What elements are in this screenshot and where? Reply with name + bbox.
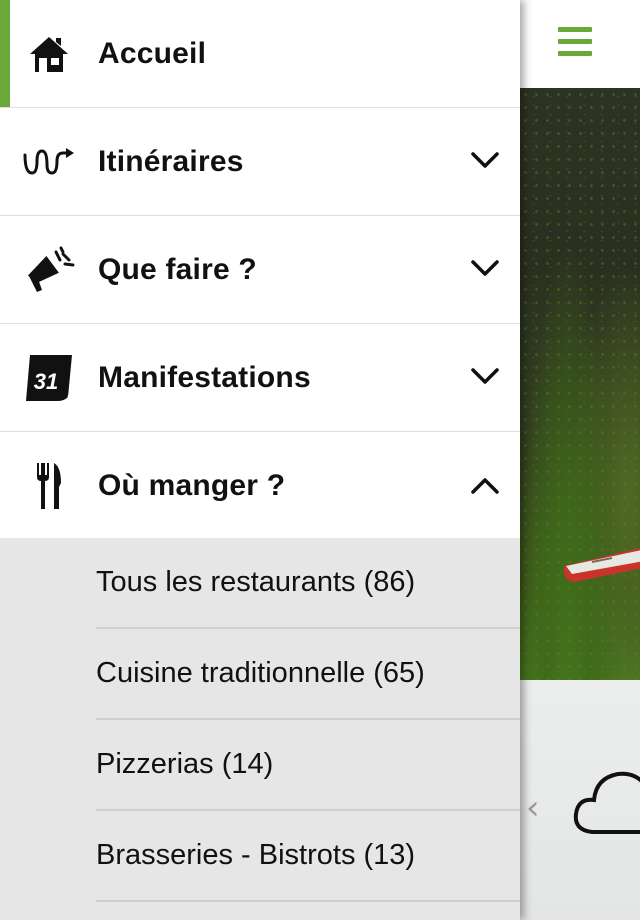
- menu-item-label: Où manger ?: [98, 468, 286, 502]
- canoe-image: [564, 548, 640, 582]
- weather-widget: ‹: [520, 680, 640, 920]
- calendar-icon: 31: [22, 351, 76, 405]
- menu-item-label: Manifestations: [98, 360, 311, 394]
- menu-item-manifestations[interactable]: 31 Manifestations: [0, 324, 520, 432]
- submenu-item[interactable]: Brasseries - Bistrots (13): [96, 811, 520, 902]
- previous-arrow-icon[interactable]: ‹: [526, 788, 540, 828]
- menu-item-ou-manger[interactable]: Où manger ?: [0, 432, 520, 540]
- megaphone-icon: [22, 243, 76, 297]
- chevron-down-icon[interactable]: [470, 148, 500, 174]
- submenu-ou-manger: Tous les restaurants (86) Cuisine tradit…: [0, 538, 520, 920]
- menu-item-label: Itinéraires: [98, 144, 244, 178]
- chevron-down-icon[interactable]: [470, 256, 500, 282]
- cutlery-icon: [22, 459, 76, 513]
- submenu-item[interactable]: Cuisine traditionnelle (65): [96, 629, 520, 720]
- submenu-item[interactable]: Pizzerias (14): [96, 720, 520, 811]
- route-icon: [22, 135, 76, 189]
- hamburger-icon[interactable]: [558, 27, 592, 57]
- navigation-drawer: Accueil Itinéraires Que faire ? 31 Manif…: [0, 0, 520, 920]
- home-icon: [22, 27, 76, 81]
- svg-text:31: 31: [34, 369, 58, 394]
- app-content: ‹: [520, 0, 640, 920]
- chevron-up-icon[interactable]: [470, 472, 500, 498]
- menu-item-label: Que faire ?: [98, 252, 257, 286]
- app-header: [520, 0, 640, 88]
- cloud-icon: [573, 771, 640, 834]
- menu-item-itineraires[interactable]: Itinéraires: [0, 108, 520, 216]
- submenu-item[interactable]: Tous les restaurants (86): [96, 538, 520, 629]
- menu-item-que-faire[interactable]: Que faire ?: [0, 216, 520, 324]
- hero-photo: [520, 88, 640, 680]
- menu-item-label: Accueil: [98, 36, 207, 70]
- chevron-down-icon[interactable]: [470, 364, 500, 390]
- menu-item-accueil[interactable]: Accueil: [0, 0, 520, 108]
